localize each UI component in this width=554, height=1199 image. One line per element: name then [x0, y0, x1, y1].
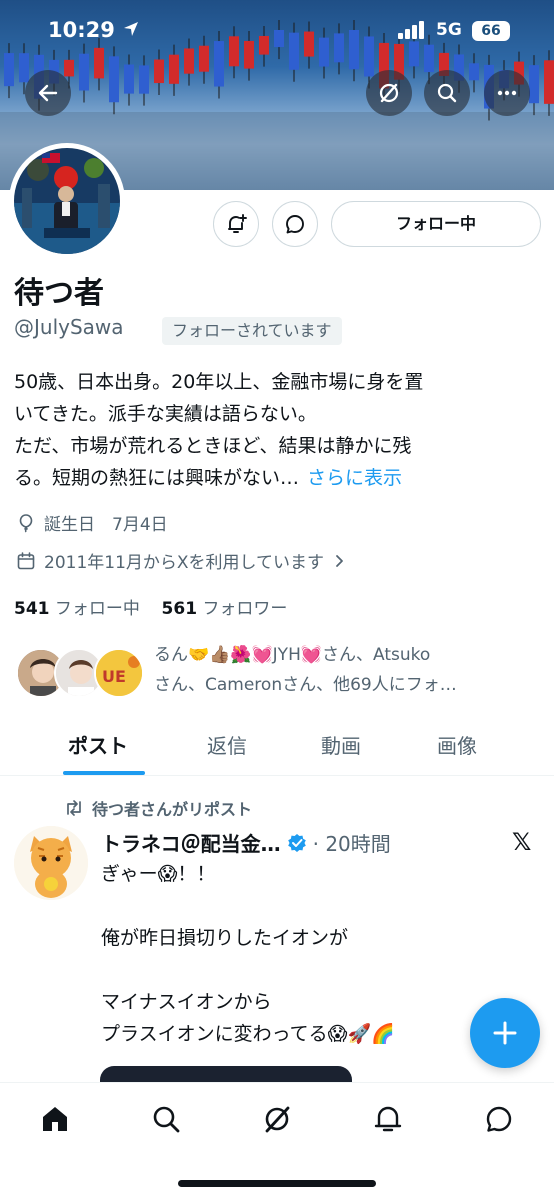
search-icon: [437, 83, 457, 103]
chevron-right-icon: [336, 554, 343, 567]
following-button[interactable]: フォロー中: [331, 201, 541, 247]
nav-notifications[interactable]: [370, 1101, 406, 1137]
balloon-icon: [19, 513, 33, 532]
profile-tabs: ポスト 返信 動画 画像: [0, 720, 554, 776]
back-button[interactable]: [25, 70, 71, 116]
repost-label: 待つ者さんがリポスト: [92, 800, 253, 819]
profile-bio: 50歳、日本出身。20年以上、金融市場に身を置 いてきた。派手な実績は語らない。…: [14, 366, 544, 494]
post-author-avatar[interactable]: [14, 826, 88, 900]
bio-line: いてきた。派手な実績は語らない。: [14, 403, 317, 425]
home-icon: [43, 1107, 67, 1131]
arrow-left-icon: [38, 84, 58, 102]
location-arrow-icon: [124, 22, 138, 36]
display-name: 待つ者: [14, 276, 104, 311]
followed-by-text[interactable]: るん🤝👍🏽🌺💓JYH💓さん、Atsuko さん、Cameronさん、他69人にフ…: [154, 640, 542, 700]
messages-icon: [486, 1106, 512, 1132]
battery-level: 66: [472, 21, 510, 41]
post-timestamp[interactable]: · 20時間: [313, 828, 391, 857]
calendar-icon: [17, 551, 35, 569]
nav-search[interactable]: [148, 1101, 184, 1137]
show-more-link[interactable]: さらに表示: [307, 467, 402, 489]
birthday-text: 誕生日 7月4日: [44, 515, 168, 535]
more-horizontal-icon: [497, 90, 517, 96]
birthday-row: 誕生日 7月4日: [16, 510, 168, 535]
cellular-signal-icon: [398, 21, 424, 39]
nav-messages[interactable]: [481, 1101, 517, 1137]
bell-plus-icon: [228, 214, 247, 233]
search-button[interactable]: [424, 70, 470, 116]
repost-icon: [67, 800, 81, 816]
user-handle: @JulySawa: [14, 315, 124, 339]
bio-line: 50歳、日本出身。20年以上、金融市場に身を置: [14, 371, 424, 393]
avatar: UE: [94, 648, 144, 698]
x-logo-icon: 𝕏: [512, 828, 532, 856]
post-line: [101, 890, 541, 922]
repost-indicator: 待つ者さんがリポスト: [64, 796, 252, 820]
notify-button[interactable]: [213, 201, 259, 247]
plus-icon: [493, 1021, 517, 1045]
post-line: [101, 954, 541, 986]
bio-line-last: る。短期の熱狂には興味がない… さらに表示: [14, 462, 544, 494]
followers-label: フォロワー: [202, 599, 288, 619]
svg-text:UE: UE: [102, 667, 126, 686]
bio-line: ただ、市場が荒れるときほど、結果は静かに残: [14, 435, 412, 457]
post-header: トラネコ＠配当金… · 20時間: [101, 828, 391, 857]
message-button[interactable]: [272, 201, 318, 247]
network-type: 5G: [436, 20, 462, 40]
followers-count: 561: [161, 599, 198, 619]
joined-row[interactable]: 2011年11月からXを利用しています: [16, 548, 346, 573]
notifications-icon: [374, 1106, 402, 1132]
post-author-name[interactable]: トラネコ＠配当金…: [101, 828, 281, 857]
nav-grok[interactable]: [259, 1101, 295, 1137]
following-count: 541: [14, 599, 50, 619]
grok-icon: [379, 83, 399, 103]
tab-videos[interactable]: 動画: [321, 730, 361, 759]
post-line: 俺が昨日損切りしたイオンが: [101, 927, 349, 949]
home-indicator: [178, 1180, 376, 1187]
status-bar: 10:29 5G 66: [0, 0, 554, 60]
follow-stats: 541 フォロー中 561 フォロワー: [14, 594, 287, 619]
avatar: [14, 148, 120, 254]
following-label: フォロー中: [54, 599, 140, 619]
status-time: 10:29: [48, 18, 115, 42]
mutual-followers-avatars[interactable]: UE: [16, 648, 146, 700]
post-line: ぎゃー😱！！: [101, 863, 216, 885]
followed-by-line: るん🤝👍🏽🌺💓JYH💓さん、Atsuko: [154, 645, 431, 665]
active-tab-indicator: [63, 771, 145, 775]
compose-post-button[interactable]: [470, 998, 540, 1068]
search-icon: [153, 1106, 180, 1133]
profile-avatar[interactable]: [9, 143, 125, 259]
more-button[interactable]: [484, 70, 530, 116]
followed-by-line: さん、Cameronさん、他69人にフォ…: [154, 675, 457, 695]
bio-line-text: る。短期の熱狂には興味がない…: [14, 467, 300, 489]
joined-text: 2011年11月からXを利用しています: [44, 553, 325, 573]
verified-badge-icon: [287, 833, 306, 852]
following-stat[interactable]: 541 フォロー中: [14, 599, 140, 619]
grok-button[interactable]: [366, 70, 412, 116]
nav-home[interactable]: [37, 1101, 73, 1137]
followers-stat[interactable]: 561 フォロワー: [162, 599, 288, 619]
grok-icon: [265, 1106, 290, 1133]
tab-posts[interactable]: ポスト: [68, 730, 128, 759]
tab-replies[interactable]: 返信: [207, 730, 247, 759]
chat-bubble-icon: [286, 215, 304, 234]
tab-images[interactable]: 画像: [437, 730, 477, 759]
follows-you-badge: フォローされています: [162, 317, 342, 345]
